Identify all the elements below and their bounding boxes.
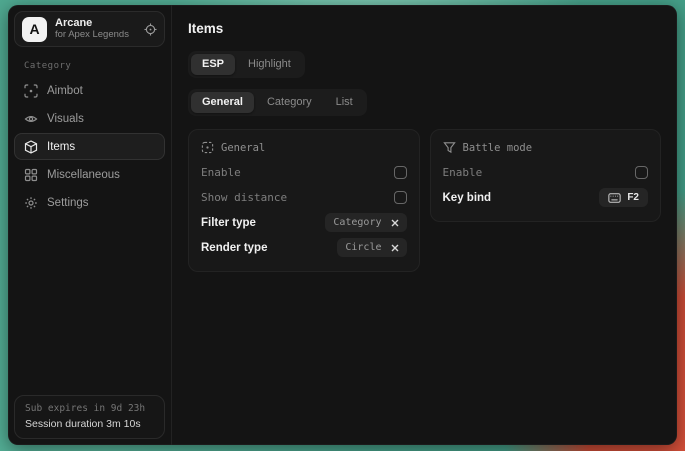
- setting-row-enable: Enable: [443, 160, 649, 185]
- tab-list[interactable]: List: [325, 92, 364, 113]
- key-bind-button[interactable]: F2: [599, 188, 648, 207]
- gear-icon: [24, 196, 38, 210]
- main-content: Items ESP Highlight General Category Lis…: [172, 5, 677, 445]
- sub-expires-text: Sub expires in 9d 23h: [25, 403, 154, 414]
- dashed-focus-icon: [201, 141, 214, 154]
- keyboard-icon: [608, 193, 621, 203]
- enable-checkbox[interactable]: [394, 166, 407, 179]
- sidebar-item-label: Visuals: [47, 113, 84, 125]
- sidebar-nav: Aimbot Visuals Items: [14, 77, 165, 216]
- battle-enable-checkbox[interactable]: [635, 166, 648, 179]
- page-title: Items: [188, 21, 661, 36]
- sidebar-item-label: Items: [47, 141, 75, 153]
- crosshair-icon: [24, 84, 38, 98]
- session-duration-text: Session duration 3m 10s: [25, 418, 154, 430]
- sidebar-section-label: Category: [24, 61, 165, 71]
- sidebar-item-aimbot[interactable]: Aimbot: [14, 77, 165, 104]
- filter-type-select[interactable]: Category: [325, 213, 406, 232]
- sidebar-item-label: Aimbot: [47, 85, 83, 97]
- card-title: Battle mode: [463, 142, 533, 154]
- subscription-info: Sub expires in 9d 23h Session duration 3…: [14, 395, 165, 439]
- setting-row-render-type: Render type Circle: [201, 235, 407, 260]
- sidebar-item-label: Settings: [47, 197, 89, 209]
- x-icon[interactable]: [391, 244, 399, 252]
- battle-mode-card: Battle mode Enable Key bind: [430, 129, 662, 222]
- sidebar: A Arcane for Apex Legends Category: [8, 5, 172, 445]
- funnel-icon: [443, 141, 456, 154]
- setting-row-filter-type: Filter type Category: [201, 210, 407, 235]
- setting-row-enable: Enable: [201, 160, 407, 185]
- brand-card: A Arcane for Apex Legends: [14, 11, 165, 47]
- setting-row-key-bind: Key bind F2: [443, 185, 649, 210]
- tab-category[interactable]: Category: [256, 92, 323, 113]
- tab-esp[interactable]: ESP: [191, 54, 235, 75]
- target-icon[interactable]: [144, 23, 157, 36]
- app-title: Arcane: [55, 18, 129, 29]
- x-icon[interactable]: [391, 219, 399, 227]
- logo-letter: A: [29, 21, 39, 37]
- app-subtitle: for Apex Legends: [55, 30, 129, 40]
- grid-icon: [24, 168, 38, 182]
- show-distance-checkbox[interactable]: [394, 191, 407, 204]
- sidebar-item-miscellaneous[interactable]: Miscellaneous: [14, 161, 165, 188]
- render-type-select[interactable]: Circle: [337, 238, 406, 257]
- sidebar-item-items[interactable]: Items: [14, 133, 165, 160]
- view-tabs: General Category List: [188, 89, 367, 116]
- tab-general[interactable]: General: [191, 92, 254, 113]
- sidebar-item-settings[interactable]: Settings: [14, 189, 165, 216]
- app-logo: A: [22, 17, 47, 42]
- card-title: General: [221, 142, 265, 154]
- sidebar-item-label: Miscellaneous: [47, 169, 120, 181]
- app-window: A Arcane for Apex Legends Category: [8, 5, 677, 445]
- general-card: General Enable Show distance Filter type…: [188, 129, 420, 272]
- tab-highlight[interactable]: Highlight: [237, 54, 302, 75]
- package-icon: [24, 140, 38, 154]
- mode-tabs: ESP Highlight: [188, 51, 305, 78]
- sidebar-item-visuals[interactable]: Visuals: [14, 105, 165, 132]
- eye-icon: [24, 112, 38, 126]
- setting-row-show-distance: Show distance: [201, 185, 407, 210]
